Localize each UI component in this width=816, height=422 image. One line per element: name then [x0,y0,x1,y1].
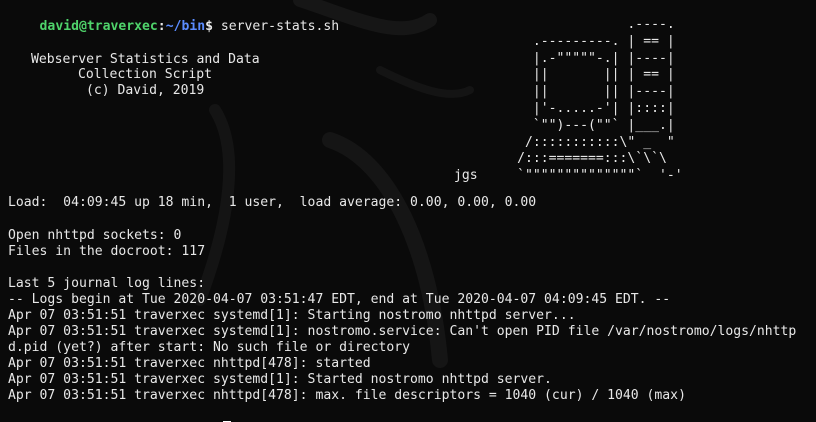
load-line: Load: 04:09:45 up 18 min, 1 user, load a… [8,195,537,210]
banner-copyright: (c) David, 2019 [86,83,205,98]
log-line: Apr 07 03:51:51 traverxec systemd[1]: St… [8,372,552,387]
prompt-user-host: david@traverxec [39,18,158,34]
prompt-dollar: $ [205,18,213,34]
log-line: Apr 07 03:51:51 traverxec systemd[1]: St… [8,308,576,323]
prompt-path: ~/bin [165,18,206,34]
terminal-window[interactable]: david@traverxec:~/bin$ server-stats.sh W… [0,0,816,422]
journal-header-line: Last 5 journal log lines: [8,276,206,291]
banner-title-line2: Collection Script [78,67,213,82]
log-line: d.pid (yet?) after start: No such file o… [8,340,411,355]
log-line: Apr 07 03:51:51 traverxec nhttpd[478]: m… [8,388,686,403]
active-prompt-line[interactable]: david@traverxec:~/bin$ [8,404,231,422]
command-prompt-line: david@traverxec:~/bin$ server-stats.sh [8,2,340,34]
command-text: server-stats.sh [213,18,340,34]
log-line: -- Logs begin at Tue 2020-04-07 03:51:47… [8,292,671,307]
ascii-computer-art: .----. .---------. | == | |.-"""""-.| |-… [454,17,683,184]
prompt-separator: : [157,18,166,34]
log-line: Apr 07 03:51:51 traverxec systemd[1]: no… [8,324,797,339]
docroot-files-line: Files in the docroot: 117 [8,244,206,259]
sockets-line: Open nhttpd sockets: 0 [8,228,182,243]
log-line: Apr 07 03:51:51 traverxec nhttpd[478]: s… [8,356,371,371]
